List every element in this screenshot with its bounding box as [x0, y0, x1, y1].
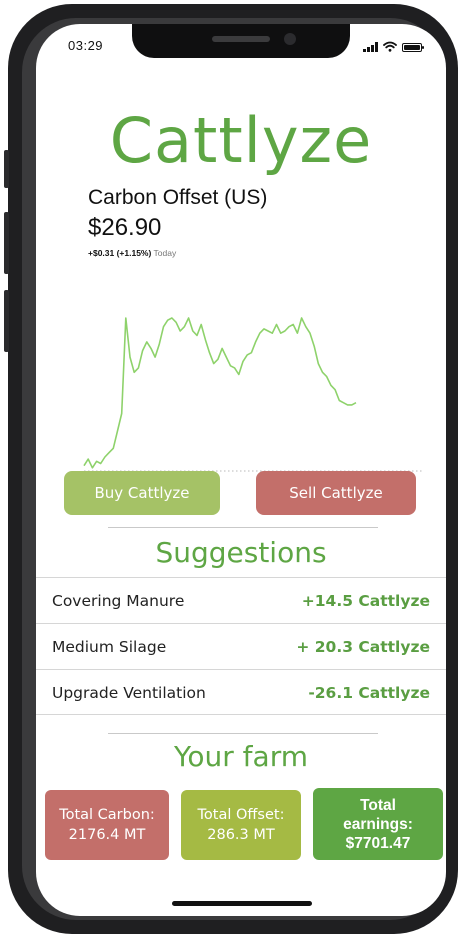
front-camera — [284, 33, 296, 45]
divider — [108, 527, 378, 528]
total-earnings-value: $7701.47 — [345, 834, 411, 852]
status-icons — [363, 41, 424, 52]
divider — [108, 733, 378, 734]
suggestions-title: Suggestions — [155, 536, 327, 569]
suggestion-value: + 20.3 Cattlyze — [296, 638, 430, 656]
sell-button[interactable]: Sell Cattlyze — [256, 471, 416, 515]
app-screen: 03:29 Cattlyze Carbon Offset (US) $26.90… — [36, 24, 446, 916]
speaker — [212, 36, 270, 42]
farm-title: Your farm — [174, 740, 308, 773]
price-line — [83, 317, 357, 469]
buy-button[interactable]: Buy Cattlyze — [64, 471, 220, 515]
total-carbon-card[interactable]: Total Carbon: 2176.4 MT — [45, 790, 169, 860]
stock-widget[interactable]: Carbon Offset (US) $26.90 +$0.31 (+1.15%… — [56, 184, 426, 484]
wifi-icon — [383, 41, 397, 52]
total-offset-label: Total Offset: — [197, 807, 285, 823]
suggestion-row[interactable]: Medium Silage + 20.3 Cattlyze — [36, 623, 446, 669]
price-chart[interactable] — [56, 274, 426, 474]
suggestion-row[interactable]: Covering Manure +14.5 Cattlyze — [36, 577, 446, 623]
stock-change-period: Today — [153, 248, 177, 258]
app-title: Cattlyze — [109, 104, 373, 177]
suggestion-row[interactable]: Upgrade Ventilation -26.1 Cattlyze — [36, 669, 446, 715]
total-earnings-card[interactable]: Total earnings: $7701.47 — [313, 788, 443, 860]
phone-volume-up-button — [4, 212, 9, 274]
total-offset-value: 286.3 MT — [207, 827, 275, 843]
suggestion-label: Covering Manure — [52, 592, 185, 610]
home-indicator[interactable] — [172, 901, 312, 906]
suggestion-label: Medium Silage — [52, 638, 167, 656]
total-carbon-value: 2176.4 MT — [68, 827, 146, 843]
stock-price: $26.90 — [88, 214, 162, 241]
suggestion-label: Upgrade Ventilation — [52, 684, 206, 702]
phone-volume-down-button — [4, 290, 9, 352]
suggestion-value: +14.5 Cattlyze — [301, 592, 430, 610]
status-time: 03:29 — [68, 38, 104, 53]
signal-icon — [363, 42, 378, 52]
phone-side-button — [4, 150, 9, 188]
suggestion-value: -26.1 Cattlyze — [308, 684, 430, 702]
total-carbon-label: Total Carbon: — [59, 807, 155, 823]
notch — [132, 24, 350, 58]
total-earnings-label: Total earnings: — [343, 796, 413, 833]
stock-name: Carbon Offset (US) — [88, 186, 268, 209]
battery-icon — [402, 43, 424, 52]
stock-change: +$0.31 (+1.15%) Today — [88, 248, 176, 258]
total-offset-card[interactable]: Total Offset: 286.3 MT — [181, 790, 301, 860]
stock-change-value: +$0.31 (+1.15%) — [88, 248, 152, 258]
